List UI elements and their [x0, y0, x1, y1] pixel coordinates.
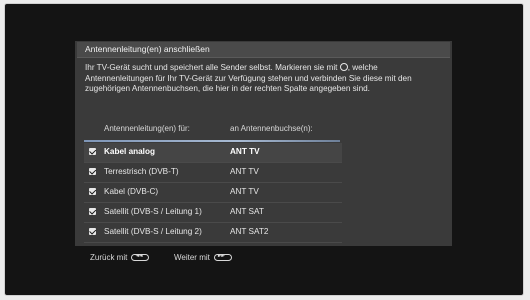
next-hint[interactable]: Weiter mit ►► [174, 253, 232, 262]
list-item-socket: ANT TV [230, 167, 259, 176]
dialog-footer: Zurück mit ◄◄ Weiter mit ►► [77, 247, 450, 267]
back-hint[interactable]: Zurück mit ◄◄ [90, 253, 150, 262]
list-item[interactable]: Kabel analog ANT TV [84, 143, 342, 163]
intro-text: Ihr TV-Gerät sucht und speichert alle Se… [85, 63, 447, 95]
list-item[interactable]: Kabel (DVB-C) ANT TV [84, 183, 342, 203]
intro-text-part1: Ihr TV-Gerät sucht und speichert alle Se… [85, 63, 338, 72]
dialog-title: Antennenleitung(en) anschließen [85, 44, 210, 54]
checkbox-checked-icon[interactable] [89, 148, 96, 155]
back-label: Zurück mit [90, 253, 128, 262]
list-item-socket: ANT SAT2 [230, 227, 269, 236]
list-item-socket: ANT TV [230, 187, 259, 196]
forward-glyph: ►► [217, 253, 225, 259]
list-item[interactable]: Satellit (DVB-S / Leitung 1) ANT SAT [84, 203, 342, 223]
list-item-socket: ANT SAT [230, 207, 264, 216]
list-item-label: Kabel (DVB-C) [104, 187, 159, 196]
forward-button-icon: ►► [213, 253, 232, 261]
list-item-label: Satellit (DVB-S / Leitung 2) [104, 227, 202, 236]
checkbox-checked-icon[interactable] [89, 208, 96, 215]
column-header-socket: an Antennenbuchse(n): [230, 124, 313, 133]
checkbox-checked-icon[interactable] [89, 228, 96, 235]
rewind-glyph: ◄◄ [135, 253, 143, 259]
checkbox-checked-icon[interactable] [89, 168, 96, 175]
antenna-list: Kabel analog ANT TV Terrestrisch (DVB-T)… [84, 143, 342, 243]
list-item-label: Satellit (DVB-S / Leitung 1) [104, 207, 202, 216]
checkbox-checked-icon[interactable] [89, 188, 96, 195]
list-item-label: Kabel analog [104, 147, 155, 156]
column-header-line: Antennenleitung(en) für: [104, 124, 190, 133]
next-label: Weiter mit [174, 253, 210, 262]
list-item[interactable]: Satellit (DVB-S / Leitung 2) ANT SAT2 [84, 223, 342, 243]
rewind-button-icon: ◄◄ [131, 253, 150, 261]
list-item[interactable]: Terrestrisch (DVB-T) ANT TV [84, 163, 342, 183]
ok-button-icon [339, 63, 348, 71]
list-item-label: Terrestrisch (DVB-T) [104, 167, 179, 176]
list-item-socket: ANT TV [230, 147, 260, 156]
screen: Antennenleitung(en) anschließen Ihr TV-G… [0, 0, 530, 300]
selection-highlight-bar [84, 140, 340, 142]
